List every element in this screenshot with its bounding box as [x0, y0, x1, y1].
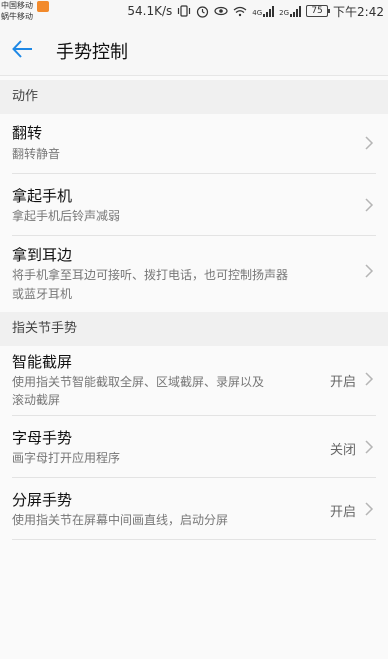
list-item-split-screen[interactable]: 分屏手势 使用指关节在屏幕中间画直线，启动分屏 开启 — [0, 478, 388, 540]
carrier-2: 蜗牛移动 — [1, 12, 33, 21]
page-title: 手势控制 — [56, 42, 128, 63]
item-subtitle-line1: 将手机拿至耳边可接听、拨打电话，也可控制扬声器 — [12, 268, 289, 282]
section-header-actions: 动作 — [0, 80, 388, 114]
chevron-right-icon — [365, 440, 374, 454]
item-title: 翻转 — [12, 124, 43, 142]
vibrate-icon — [178, 5, 191, 17]
status-value: 关闭 — [329, 443, 356, 458]
item-subtitle-line2: 或蓝牙耳机 — [12, 287, 73, 301]
battery-icon: 75 — [306, 5, 331, 17]
item-title: 智能截屏 — [12, 353, 73, 371]
network-speed: 54.1K/s — [127, 4, 173, 18]
item-subtitle-line2: 滚动截屏 — [12, 393, 61, 407]
status-bar: 中国移动 蜗牛移动 54.1K/s 4G 2G 75 下午2:42 — [0, 0, 388, 24]
item-title: 字母手势 — [12, 429, 73, 447]
item-subtitle-line1: 使用指关节智能截取全屏、区域截屏、录屏以及 — [12, 375, 265, 389]
back-button[interactable] — [10, 36, 36, 62]
signal-label-1: 4G — [252, 8, 263, 17]
chevron-right-icon — [365, 502, 374, 516]
signal-strength-icon — [290, 5, 302, 17]
carrier-1: 中国移动 — [1, 1, 33, 10]
status-value: 开启 — [329, 375, 356, 390]
notification-app-icon — [37, 1, 49, 12]
section-header-knuckle: 指关节手势 — [0, 312, 388, 346]
chevron-right-icon — [365, 264, 374, 278]
item-title: 拿到耳边 — [12, 246, 73, 264]
clock: 下午2:42 — [333, 4, 384, 19]
item-title: 拿起手机 — [12, 187, 73, 205]
status-indicators: 54.1K/s 4G 2G 75 下午2:42 — [127, 2, 384, 20]
eye-comfort-icon — [214, 6, 228, 16]
chevron-right-icon — [365, 372, 374, 386]
back-arrow-icon — [12, 40, 32, 58]
status-value: 开启 — [329, 505, 356, 520]
item-subtitle: 画字母打开应用程序 — [12, 451, 121, 465]
wifi-icon — [233, 6, 247, 16]
item-subtitle: 拿起手机后铃声减弱 — [12, 209, 121, 223]
carrier-names: 中国移动 蜗牛移动 — [1, 0, 33, 22]
list-item-ear[interactable]: 拿到耳边 将手机拿至耳边可接听、拨打电话，也可控制扬声器 或蓝牙耳机 — [0, 236, 388, 310]
item-subtitle: 翻转静音 — [12, 147, 61, 161]
list-item-pickup[interactable]: 拿起手机 拿起手机后铃声减弱 — [0, 174, 388, 236]
chevron-right-icon — [365, 136, 374, 150]
divider — [12, 539, 376, 540]
app-bar: 手势控制 — [0, 24, 388, 76]
list-item-letter-gesture[interactable]: 字母手势 画字母打开应用程序 关闭 — [0, 416, 388, 478]
item-subtitle: 使用指关节在屏幕中间画直线，启动分屏 — [12, 513, 229, 527]
signal-label-2: 2G — [279, 8, 290, 17]
signal-strength-icon — [263, 5, 275, 17]
list-item-flip[interactable]: 翻转 翻转静音 — [0, 114, 388, 174]
battery-level: 75 — [311, 6, 323, 16]
item-title: 分屏手势 — [12, 491, 73, 509]
chevron-right-icon — [365, 198, 374, 212]
list-item-smart-screenshot[interactable]: 智能截屏 使用指关节智能截取全屏、区域截屏、录屏以及 滚动截屏 开启 — [0, 346, 388, 416]
alarm-icon — [197, 5, 209, 18]
